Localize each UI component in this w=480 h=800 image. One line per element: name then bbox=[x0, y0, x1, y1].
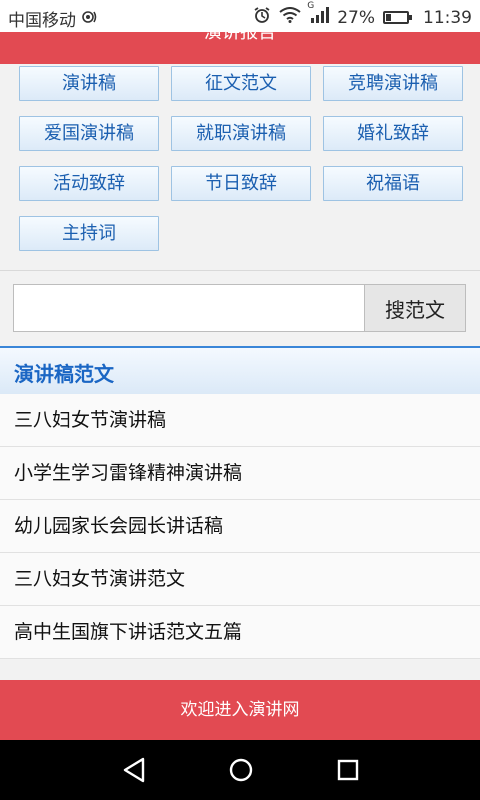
battery-icon bbox=[383, 11, 412, 24]
network-type: G bbox=[307, 1, 315, 11]
article-list: 三八妇女节演讲稿 小学生学习雷锋精神演讲稿 幼儿园家长会园长讲话稿 三八妇女节演… bbox=[0, 394, 480, 659]
category-blessings[interactable]: 祝福语 bbox=[323, 166, 463, 201]
back-icon[interactable] bbox=[119, 755, 149, 785]
home-icon[interactable] bbox=[226, 755, 256, 785]
nfc-icon bbox=[82, 9, 98, 29]
list-item[interactable]: 三八妇女节演讲范文 bbox=[0, 553, 480, 606]
page-header: 演讲报告 bbox=[0, 32, 480, 64]
search-button[interactable]: 搜范文 bbox=[365, 284, 466, 332]
carrier-name: 中国移动 bbox=[8, 11, 76, 31]
category-competition-speech[interactable]: 竞聘演讲稿 bbox=[323, 66, 463, 101]
category-host-script[interactable]: 主持词 bbox=[19, 216, 159, 251]
wifi-icon bbox=[279, 7, 301, 28]
category-patriotic-speech[interactable]: 爱国演讲稿 bbox=[19, 116, 159, 151]
section-title: 演讲稿范文 bbox=[14, 362, 114, 386]
category-grid: 演讲稿 征文范文 竞聘演讲稿 爱国演讲稿 就职演讲稿 婚礼致辞 活动致辞 节日致… bbox=[0, 64, 480, 270]
navigation-bar bbox=[0, 740, 480, 800]
search-input[interactable] bbox=[13, 284, 365, 332]
recent-apps-icon[interactable] bbox=[333, 755, 363, 785]
category-essay[interactable]: 征文范文 bbox=[171, 66, 311, 101]
category-holiday-speech[interactable]: 节日致辞 bbox=[171, 166, 311, 201]
alarm-icon bbox=[253, 6, 271, 29]
battery-fill bbox=[386, 14, 391, 21]
footer-banner[interactable]: 欢迎进入演讲网 bbox=[0, 680, 480, 740]
list-item[interactable]: 三八妇女节演讲稿 bbox=[0, 394, 480, 447]
category-inauguration-speech[interactable]: 就职演讲稿 bbox=[171, 116, 311, 151]
list-item[interactable]: 高中生国旗下讲话范文五篇 bbox=[0, 606, 480, 659]
list-item[interactable]: 幼儿园家长会园长讲话稿 bbox=[0, 500, 480, 553]
category-event-speech[interactable]: 活动致辞 bbox=[19, 166, 159, 201]
list-item[interactable]: 小学生学习雷锋精神演讲稿 bbox=[0, 447, 480, 500]
divider bbox=[0, 270, 480, 271]
battery-percent: 27% bbox=[337, 7, 375, 28]
category-wedding-speech[interactable]: 婚礼致辞 bbox=[323, 116, 463, 151]
page-title: 演讲报告 bbox=[204, 32, 276, 43]
clock: 11:39 bbox=[423, 7, 472, 28]
category-speech[interactable]: 演讲稿 bbox=[19, 66, 159, 101]
status-bar: 中国移动 G 27% 11:39 bbox=[0, 0, 480, 32]
signal-icon: G bbox=[307, 1, 330, 28]
section-header: 演讲稿范文 bbox=[0, 346, 480, 394]
